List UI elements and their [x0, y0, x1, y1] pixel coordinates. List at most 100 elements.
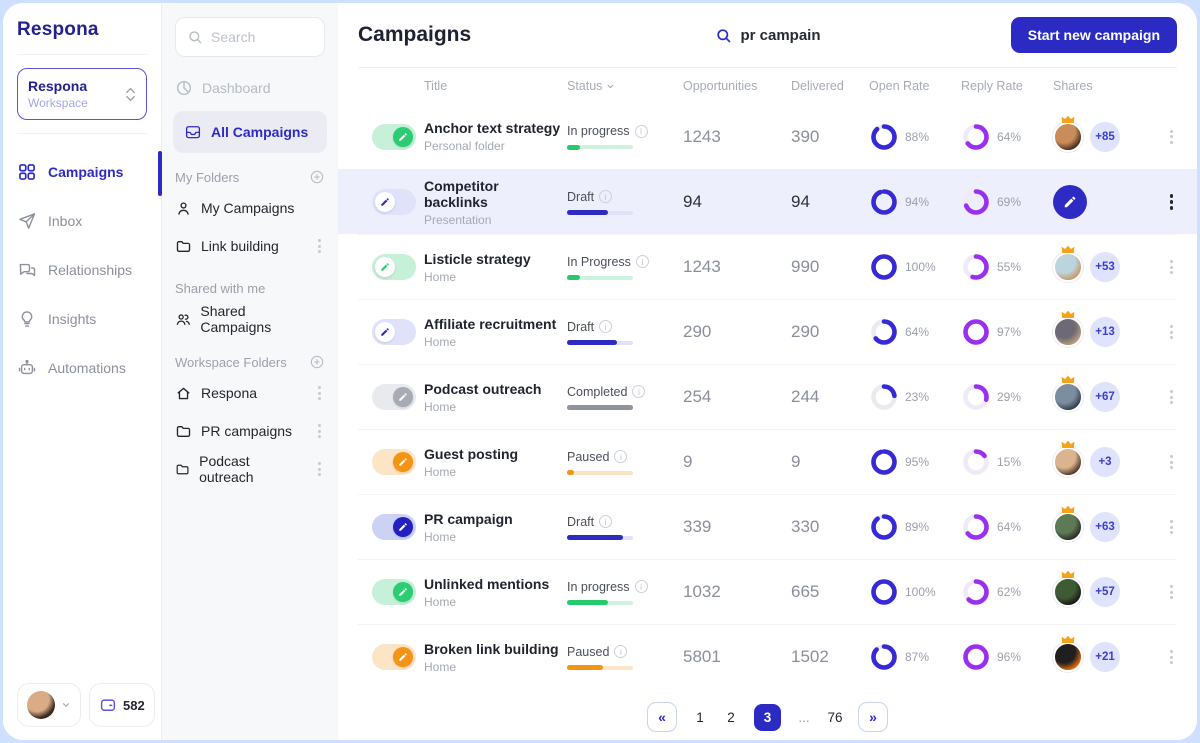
chevron-down-icon [61, 700, 71, 710]
campaign-table: Anchor text strategyPersonal folderIn pr… [358, 104, 1177, 694]
row-menu-button[interactable] [314, 458, 325, 480]
shares-count-badge[interactable]: +63 [1090, 512, 1120, 542]
table-row[interactable]: Anchor text strategyPersonal folderIn pr… [358, 104, 1177, 169]
pagination-page-2[interactable]: 2 [723, 710, 739, 725]
folder-item-pr-campaigns[interactable]: PR campaigns [175, 412, 325, 450]
campaign-search[interactable]: pr campain [714, 27, 820, 44]
sidebar-item-automations[interactable]: Automations [17, 343, 147, 392]
shared-avatar[interactable] [1053, 512, 1083, 542]
sidebar-item-insights[interactable]: Insights [17, 294, 147, 343]
page-header: Campaigns pr campain Start new campaign [358, 3, 1177, 67]
folder-search[interactable] [175, 17, 325, 57]
edit-campaign-button[interactable] [1053, 185, 1087, 219]
campaign-folder: Home [424, 465, 561, 479]
shared-avatar[interactable] [1053, 382, 1083, 412]
folders-item-all-campaigns[interactable]: All Campaigns [173, 111, 327, 153]
shares-count-badge[interactable]: +53 [1090, 252, 1120, 282]
info-icon[interactable]: i [636, 255, 649, 268]
info-icon[interactable]: i [599, 515, 612, 528]
row-menu-button[interactable] [1166, 256, 1177, 278]
shares-count-badge[interactable]: +3 [1090, 447, 1120, 477]
table-row[interactable]: Competitor backlinksPresentationDrafti94… [338, 169, 1197, 234]
folder-item-podcast-outreach[interactable]: Podcast outreach [175, 450, 325, 488]
campaign-toggle[interactable] [372, 124, 416, 150]
info-icon[interactable]: i [614, 450, 627, 463]
sidebar-item-campaigns[interactable]: Campaigns [17, 147, 147, 196]
campaign-toggle[interactable] [372, 189, 416, 215]
folder-item-my-campaigns[interactable]: My Campaigns [175, 189, 325, 227]
item-label: Respona [201, 385, 257, 401]
pagination-page-1[interactable]: 1 [692, 710, 708, 725]
campaign-toggle[interactable] [372, 384, 416, 410]
campaign-toggle[interactable] [372, 644, 416, 670]
shares-count-badge[interactable]: +67 [1090, 382, 1120, 412]
pagination: «123...76» [358, 694, 1177, 740]
shares-count-badge[interactable]: +13 [1090, 317, 1120, 347]
row-menu-button[interactable] [1166, 190, 1178, 214]
pagination-next-button[interactable]: » [858, 702, 888, 732]
sidebar-item-inbox[interactable]: Inbox [17, 196, 147, 245]
shared-avatar[interactable] [1053, 577, 1083, 607]
pagination-page-3[interactable]: 3 [754, 704, 781, 731]
table-row[interactable]: Affiliate recruitmentHomeDrafti29029064%… [358, 299, 1177, 364]
table-row[interactable]: Podcast outreachHomeCompletedi25424423%2… [358, 364, 1177, 429]
info-icon[interactable]: i [635, 125, 648, 138]
search-input[interactable] [211, 29, 311, 45]
folders-item-dashboard[interactable]: Dashboard [175, 69, 325, 107]
shared-avatar[interactable] [1053, 447, 1083, 477]
info-icon[interactable]: i [599, 320, 612, 333]
info-icon[interactable]: i [632, 385, 645, 398]
shares-count-badge[interactable]: +21 [1090, 642, 1120, 672]
row-menu-button[interactable] [1166, 581, 1177, 603]
section-title: Shared with me [175, 281, 265, 296]
folder-item-shared-campaigns[interactable]: Shared Campaigns [175, 300, 325, 338]
row-menu-button[interactable] [314, 382, 325, 404]
campaign-toggle[interactable] [372, 514, 416, 540]
column-header-status[interactable]: Status [567, 79, 677, 93]
campaign-toggle[interactable] [372, 579, 416, 605]
user-menu[interactable] [17, 683, 81, 727]
info-icon[interactable]: i [635, 580, 648, 593]
row-menu-button[interactable] [1166, 386, 1177, 408]
toggle-knob [393, 452, 413, 472]
table-row[interactable]: Guest postingHomePausedi9995%15%+3 [358, 429, 1177, 494]
credits-button[interactable]: 582 [89, 683, 155, 727]
shares-count-badge[interactable]: +57 [1090, 577, 1120, 607]
campaign-title: Guest posting [424, 446, 561, 462]
shared-avatar[interactable] [1053, 122, 1083, 152]
shared-avatar[interactable] [1053, 317, 1083, 347]
add-folder-button[interactable] [309, 354, 325, 370]
info-icon[interactable]: i [599, 190, 612, 203]
row-menu-button[interactable] [314, 235, 325, 257]
status-progress-bar [567, 341, 633, 345]
workspace-selector[interactable]: Respona Workspace [17, 68, 147, 120]
table-row[interactable]: Broken link buildingHomePausedi580115028… [358, 624, 1177, 689]
shared-avatar[interactable] [1053, 642, 1083, 672]
row-menu-button[interactable] [1166, 646, 1177, 668]
pen-icon [398, 457, 408, 467]
row-menu-button[interactable] [1166, 451, 1177, 473]
crown-icon [1061, 375, 1075, 384]
row-menu-button[interactable] [314, 420, 325, 442]
campaign-toggle[interactable] [372, 319, 416, 345]
table-row[interactable]: PR campaignHomeDrafti33933089%64%+63 [358, 494, 1177, 559]
table-row[interactable]: Unlinked mentionsHomeIn progressi1032665… [358, 559, 1177, 624]
folder-item-link-building[interactable]: Link building [175, 227, 325, 265]
shared-avatar[interactable] [1053, 252, 1083, 282]
campaign-toggle[interactable] [372, 449, 416, 475]
start-new-campaign-button[interactable]: Start new campaign [1011, 17, 1177, 53]
row-menu-button[interactable] [1166, 126, 1177, 148]
campaign-toggle[interactable] [372, 254, 416, 280]
row-menu-button[interactable] [1166, 321, 1177, 343]
add-folder-button[interactable] [309, 169, 325, 185]
pen-icon [380, 197, 390, 207]
sidebar-item-relationships[interactable]: Relationships [17, 245, 147, 294]
campaign-title-cell: Broken link buildingHome [424, 641, 561, 674]
pagination-prev-button[interactable]: « [647, 702, 677, 732]
pagination-page-76[interactable]: 76 [827, 710, 843, 725]
table-row[interactable]: Listicle strategyHomeIn Progressi1243990… [358, 234, 1177, 299]
info-icon[interactable]: i [614, 645, 627, 658]
folder-item-respona[interactable]: Respona [175, 374, 325, 412]
row-menu-button[interactable] [1166, 516, 1177, 538]
shares-count-badge[interactable]: +85 [1090, 122, 1120, 152]
